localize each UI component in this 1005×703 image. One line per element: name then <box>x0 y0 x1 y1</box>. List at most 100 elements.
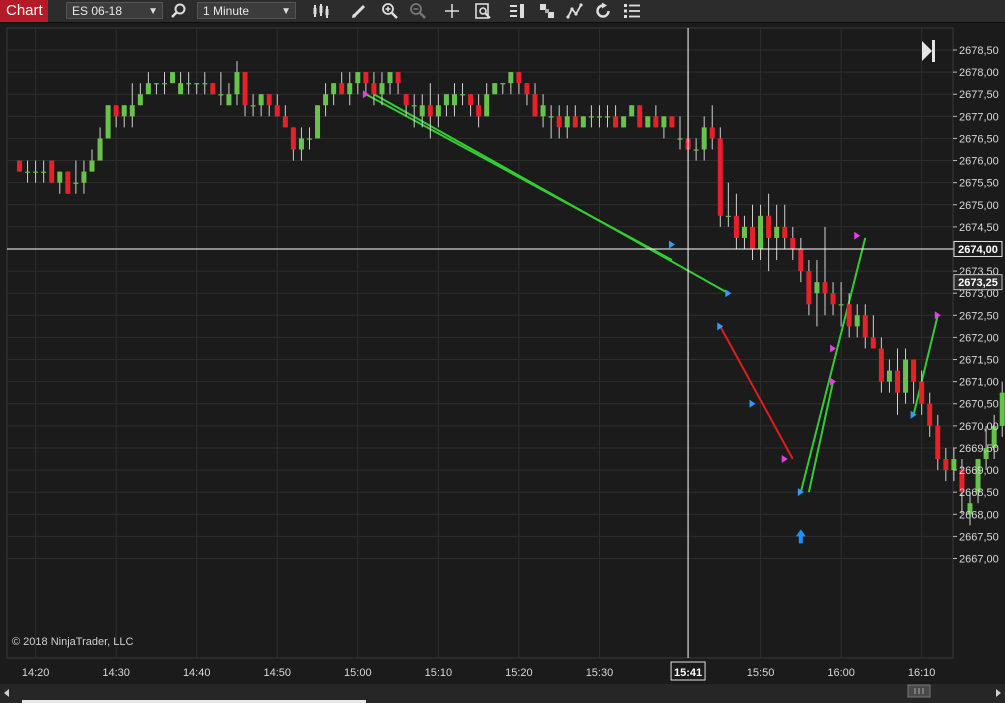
search-icon[interactable] <box>170 2 188 20</box>
bar-type-icon[interactable] <box>312 2 330 20</box>
candle-down <box>403 94 409 106</box>
interval-label: 1 Minute <box>203 4 250 18</box>
indicators-icon[interactable] <box>566 2 584 20</box>
candle-down <box>524 83 530 95</box>
candle-up <box>540 105 546 117</box>
x-tick-label: 14:30 <box>102 667 130 679</box>
candle-down <box>943 459 949 471</box>
candle-up <box>774 226 780 238</box>
candle-down <box>894 370 900 393</box>
candle-down <box>709 127 715 139</box>
properties-icon[interactable] <box>474 2 492 20</box>
price-chart[interactable]: 2678,50 2678,00 2677,50 2677,00 2676,50 2676,… <box>0 23 1005 660</box>
candle-down <box>919 381 925 404</box>
y-tick-label: 2678,00 <box>959 67 999 79</box>
x-tick-label: 15:30 <box>586 667 614 679</box>
candle-up <box>564 116 570 128</box>
candle-up <box>161 83 167 85</box>
y-tick-label: 2672,50 <box>959 310 999 322</box>
candle-up <box>814 282 820 294</box>
candle-up <box>701 127 707 150</box>
chart-list-icon[interactable] <box>623 2 641 20</box>
candle-down <box>282 116 288 128</box>
instrument-selector[interactable]: ES 06-18 ▼ <box>66 2 163 19</box>
candle-down <box>717 138 723 216</box>
candle-up <box>580 116 586 128</box>
candle-down <box>911 359 917 382</box>
candle-down <box>363 72 369 84</box>
candle-up <box>258 94 264 106</box>
candle-up <box>838 304 844 306</box>
candle-up <box>105 105 111 139</box>
y-tick-label: 2677,50 <box>959 89 999 101</box>
y-tick-label: 2667,50 <box>959 531 999 543</box>
candle-down <box>556 116 562 128</box>
candle-down <box>927 403 933 426</box>
pencil-icon[interactable] <box>350 2 368 20</box>
candle-down <box>113 105 119 117</box>
candle-down <box>830 293 836 305</box>
candle-up <box>137 94 143 106</box>
copyright-label: © 2018 NinjaTrader, LLC <box>12 636 133 648</box>
interval-selector[interactable]: 1 Minute ▼ <box>197 2 296 19</box>
candle-up <box>33 171 39 173</box>
strategies-icon[interactable] <box>538 2 556 20</box>
candle-down <box>395 72 401 84</box>
candle-up <box>677 138 683 140</box>
candle-down <box>532 94 538 117</box>
candle-down <box>476 105 482 117</box>
candle-down <box>572 116 578 128</box>
candle-up <box>492 83 498 95</box>
y-tick-label: 2676,00 <box>959 156 999 168</box>
candle-down <box>878 348 884 382</box>
y-tick-label: 2668,00 <box>959 509 999 521</box>
candle-down <box>65 171 71 194</box>
y-tick-label: 2678,50 <box>959 45 999 57</box>
candle-down <box>766 215 772 238</box>
instrument-label: ES 06-18 <box>72 4 123 18</box>
data-box-icon[interactable] <box>508 2 526 20</box>
crosshair-icon[interactable] <box>443 2 461 20</box>
candle-up <box>170 72 176 84</box>
y-tick-label: 2668,50 <box>959 487 999 499</box>
y-tick-label: 2667,00 <box>959 554 999 566</box>
candle-up <box>411 105 417 107</box>
candle-up <box>73 182 79 184</box>
candle-down <box>935 425 941 460</box>
crosshair-price-label: 2674,00 <box>958 244 998 256</box>
time-axis[interactable]: 14:20 14:30 14:40 14:50 15:00 15:10 15:20 15:30… <box>0 660 1005 684</box>
candle-down <box>371 83 377 95</box>
candle-up <box>194 83 200 85</box>
candle-up <box>903 359 909 393</box>
candle-up <box>25 171 31 173</box>
candle-down <box>653 116 659 128</box>
candle-down <box>49 160 55 183</box>
candle-down <box>613 116 619 128</box>
chart-tab[interactable]: Chart <box>0 0 48 22</box>
candle-up <box>129 105 135 117</box>
candle-up <box>588 116 594 118</box>
x-tick-label: 14:40 <box>183 667 211 679</box>
candle-down <box>210 83 216 95</box>
candle-up <box>548 116 554 118</box>
zoom-out-icon[interactable] <box>409 2 427 20</box>
candle-up <box>315 105 321 139</box>
candle-up <box>379 83 385 95</box>
chevron-down-icon: ▼ <box>281 6 291 17</box>
x-tick-label: 15:00 <box>344 667 372 679</box>
candle-down <box>806 271 812 305</box>
y-tick-label: 2671,50 <box>959 355 999 367</box>
candle-up <box>645 116 651 128</box>
candle-up <box>97 138 103 161</box>
y-tick-label: 2669,50 <box>959 443 999 455</box>
candle-up <box>121 105 127 117</box>
x-tick-label: 15:10 <box>425 667 453 679</box>
refresh-icon[interactable] <box>594 2 612 20</box>
candle-down <box>862 315 868 338</box>
candle-up <box>460 94 466 96</box>
horizontal-scrollbar[interactable] <box>0 684 1005 703</box>
zoom-in-icon[interactable] <box>381 2 399 20</box>
candle-up <box>999 392 1005 426</box>
candle-up <box>951 459 957 471</box>
candle-up <box>323 94 329 106</box>
